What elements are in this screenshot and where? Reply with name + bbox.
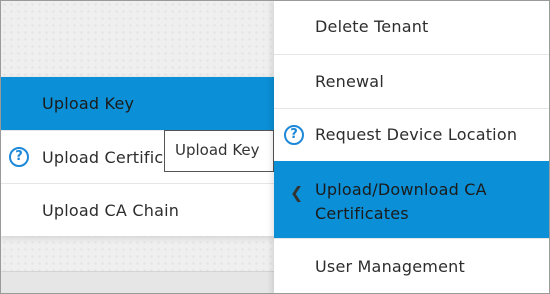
- menu-item-label: Renewal: [315, 72, 384, 91]
- tooltip: Upload Key: [164, 130, 274, 172]
- submenu-item-label: Upload CA Chain: [42, 200, 180, 220]
- menu-item-request-device-location[interactable]: ? Request Device Location: [274, 108, 549, 161]
- chevron-left-icon: ❮: [290, 183, 304, 202]
- menu-item-label: User Management: [315, 257, 465, 276]
- menu-item-renewal[interactable]: Renewal: [274, 54, 549, 108]
- menu-item-label: Delete Tenant: [315, 17, 429, 36]
- submenu-item-label: Upload Key: [42, 94, 135, 113]
- menu-frame: Upload Key ? Upload Certificate Upload C…: [0, 0, 550, 294]
- question-circle-icon[interactable]: ?: [9, 147, 29, 167]
- background-strip: [1, 271, 276, 293]
- menu-item-delete-tenant[interactable]: Delete Tenant: [274, 1, 549, 54]
- menu-item-label: Upload/Download CA Certificates: [315, 180, 487, 223]
- question-circle-icon[interactable]: ?: [284, 125, 304, 145]
- submenu-item-upload-ca-chain[interactable]: Upload CA Chain: [1, 183, 276, 236]
- menu-item-label: Request Device Location: [315, 125, 518, 144]
- submenu-item-upload-key[interactable]: Upload Key: [1, 77, 276, 130]
- menu-item-upload-download-ca-certificates[interactable]: ❮ Upload/Download CA Certificates: [274, 161, 549, 238]
- menu-item-user-management[interactable]: User Management: [274, 238, 549, 293]
- context-menu: Delete Tenant Renewal ? Request Device L…: [274, 1, 549, 293]
